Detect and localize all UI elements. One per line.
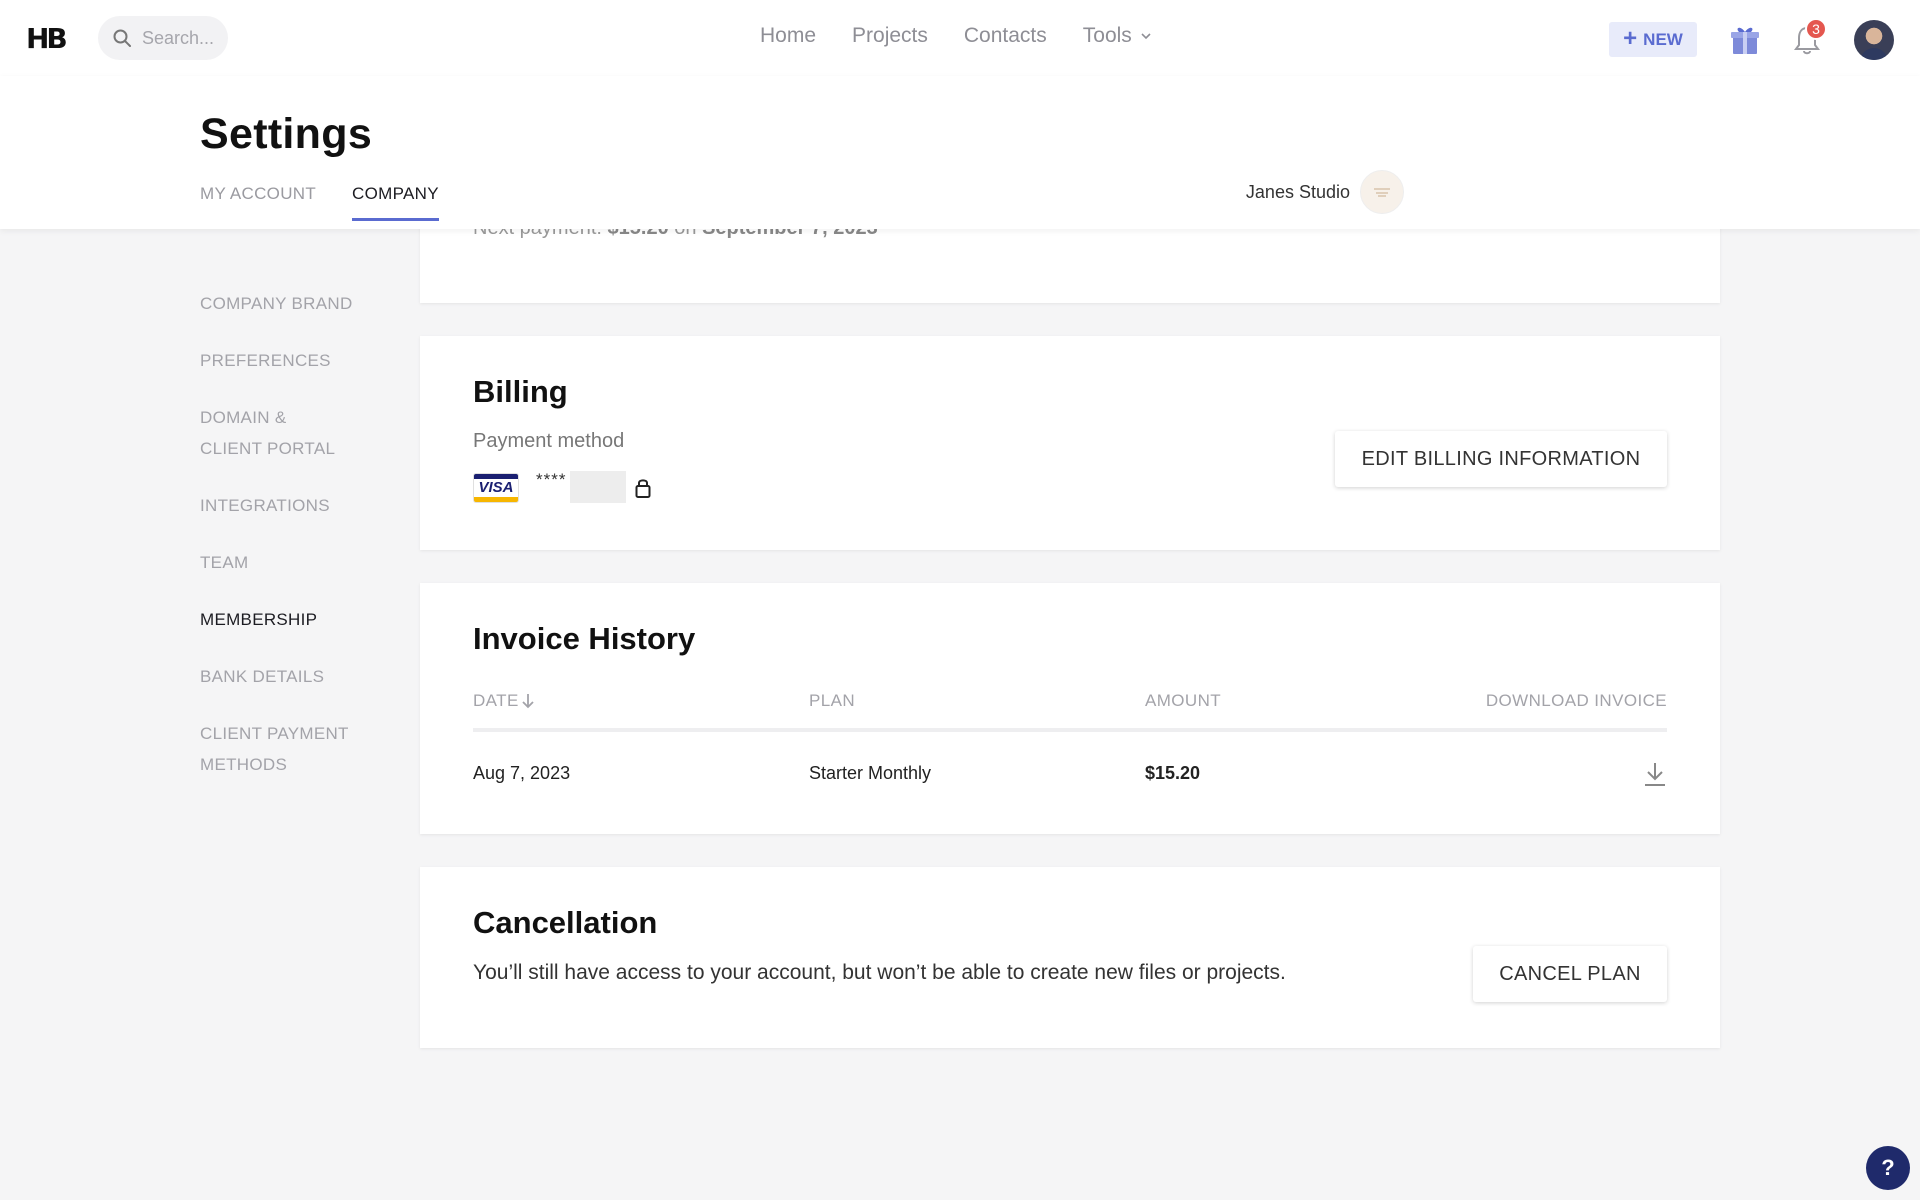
payment-method-label: Payment method [473, 430, 625, 452]
settings-sidebar: COMPANY BRAND PREFERENCES DOMAIN & CLIEN… [200, 288, 380, 806]
main-menu: Home Projects Contacts Tools [760, 24, 1188, 48]
tab-my-account[interactable]: MY ACCOUNT [200, 184, 316, 221]
sidebar-item-company-brand[interactable]: COMPANY BRAND [200, 288, 380, 319]
search-input[interactable] [142, 27, 222, 49]
app-logo[interactable]: HB [26, 25, 68, 53]
invoice-history-card: Invoice History DATE PLAN AMOUNT DOWNLOA… [420, 583, 1720, 834]
sidebar-item-domain-client-portal[interactable]: DOMAIN & CLIENT PORTAL [200, 402, 380, 464]
tab-company[interactable]: COMPANY [352, 184, 439, 221]
sidebar-item-bank-details[interactable]: BANK DETAILS [200, 661, 380, 692]
invoice-history-title: Invoice History [473, 621, 696, 656]
invoice-date: Aug 7, 2023 [473, 763, 571, 783]
sidebar-item-client-payment-methods[interactable]: CLIENT PAYMENT METHODS [200, 718, 380, 780]
edit-billing-button[interactable]: EDIT BILLING INFORMATION [1335, 431, 1667, 487]
sidebar-item-preferences[interactable]: PREFERENCES [200, 345, 380, 376]
billing-card: Billing Payment method VISA **** EDIT BI… [420, 336, 1720, 550]
studio-name: Janes Studio [1245, 181, 1350, 202]
studio-switcher[interactable]: Janes Studio [1246, 170, 1404, 214]
nav-link-projects[interactable]: Projects [852, 24, 928, 48]
invoice-amount: $15.20 [1145, 763, 1201, 783]
billing-title: Billing [473, 374, 568, 409]
sidebar-item-integrations[interactable]: INTEGRATIONS [200, 490, 380, 521]
top-nav: HB Home Projects Contacts Tools + NEW 3 [0, 0, 1920, 76]
page-title: Settings [200, 110, 373, 158]
lock-icon [635, 479, 651, 498]
card-brand: VISA [478, 479, 514, 496]
nav-link-tools[interactable]: Tools [1083, 24, 1152, 48]
help-button[interactable]: ? [1866, 1146, 1910, 1190]
settings-header: Settings MY ACCOUNT COMPANY Janes Studio [0, 76, 1920, 229]
studio-logo-mark [1374, 188, 1390, 197]
cancellation-card: Cancellation You’ll still have access to… [420, 867, 1720, 1048]
cancel-plan-button[interactable]: CANCEL PLAN [1473, 946, 1667, 1002]
search-box[interactable] [98, 16, 228, 60]
new-button[interactable]: + NEW [1609, 22, 1697, 57]
studio-logo [1360, 170, 1404, 214]
column-header-download: DOWNLOAD INVOICE [1485, 691, 1667, 710]
plus-icon: + [1623, 24, 1638, 52]
chevron-down-icon [1141, 33, 1151, 40]
column-header-amount: AMOUNT [1145, 691, 1222, 710]
cancellation-title: Cancellation [473, 905, 658, 940]
download-icon[interactable] [1643, 761, 1667, 787]
column-header-plan: PLAN [809, 691, 856, 710]
visa-card-icon: VISA [473, 473, 519, 503]
settings-tabs: MY ACCOUNT COMPANY [200, 184, 475, 221]
notification-badge: 3 [1805, 18, 1827, 40]
search-icon [113, 29, 131, 47]
nav-link-tools-label: Tools [1082, 24, 1132, 47]
column-header-date-label: DATE [473, 691, 519, 710]
nav-link-contacts[interactable]: Contacts [964, 24, 1047, 48]
sidebar-item-team[interactable]: TEAM [200, 547, 380, 578]
cancellation-text: You’ll still have access to your account… [473, 961, 1286, 984]
column-header-date[interactable]: DATE [473, 691, 535, 711]
sidebar-item-membership[interactable]: MEMBERSHIP [200, 604, 380, 635]
gift-icon[interactable] [1730, 24, 1760, 56]
card-number-redacted [570, 471, 626, 503]
user-avatar[interactable] [1854, 20, 1894, 60]
sort-down-arrow-icon [522, 694, 534, 709]
new-button-label: NEW [1643, 29, 1683, 49]
table-header-divider [473, 728, 1667, 732]
card-number-masked: **** [536, 470, 567, 489]
nav-link-home[interactable]: Home [760, 24, 816, 48]
invoice-plan: Starter Monthly [809, 763, 932, 783]
